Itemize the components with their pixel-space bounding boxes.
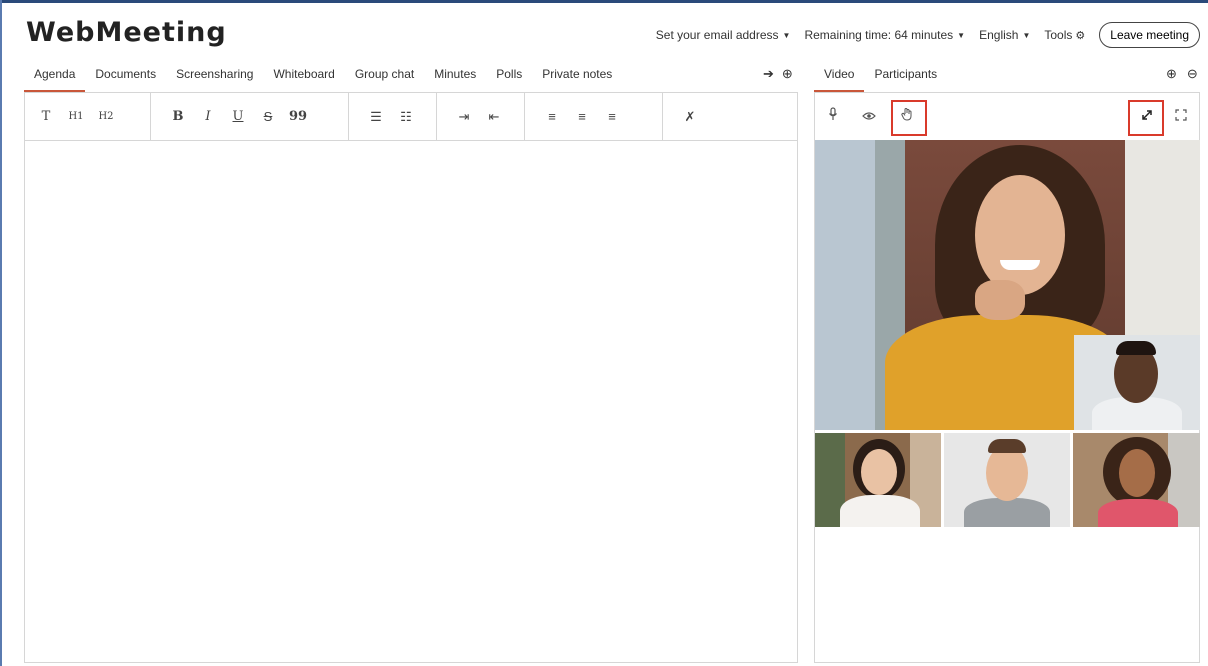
email-menu-label: Set your email address (655, 28, 779, 42)
window-background (815, 140, 875, 430)
toolbar-group-clear: ✗ (675, 93, 735, 140)
tab-agenda[interactable]: Agenda (24, 62, 86, 92)
tab-private-notes[interactable]: Private notes (532, 62, 622, 92)
align-left-icon[interactable]: ≡ (539, 109, 565, 124)
caret-down-icon: ▼ (782, 30, 791, 40)
tools-menu[interactable]: Tools ⚙ (1044, 28, 1085, 42)
align-center-icon[interactable]: ≡ (569, 109, 595, 124)
quote-button[interactable]: 99 (285, 109, 311, 124)
tab-whiteboard[interactable]: Whiteboard (263, 62, 344, 92)
italic-button[interactable]: I (195, 109, 221, 124)
tab-polls[interactable]: Polls (486, 62, 532, 92)
email-menu[interactable]: Set your email address ▼ (656, 28, 791, 42)
indent-icon[interactable]: ⇥ (451, 109, 477, 125)
tab-screensharing[interactable]: Screensharing (166, 62, 263, 92)
caret-down-icon: ▼ (1022, 30, 1031, 40)
expand-highlight (1128, 100, 1164, 136)
tab-participants[interactable]: Participants (864, 62, 947, 92)
speaker-hand (975, 280, 1025, 320)
header: WebMeeting Set your email address ▼ Rema… (2, 3, 1208, 55)
video-toolbar (815, 93, 1199, 141)
speaker-face (975, 175, 1065, 295)
participant-video-1[interactable] (1074, 335, 1200, 430)
video-panel (814, 92, 1200, 663)
editor-content-area[interactable] (25, 141, 797, 662)
left-tab-actions: ➔ ⊕ (763, 66, 793, 82)
underline-button[interactable]: U (225, 109, 251, 124)
numbered-list-icon[interactable]: ☷ (393, 109, 419, 125)
raise-hand-highlight (891, 100, 927, 136)
leave-meeting-button[interactable]: Leave meeting (1099, 22, 1200, 48)
outdent-icon[interactable]: ⇤ (481, 109, 507, 125)
bullet-list-icon[interactable]: ☰ (363, 109, 389, 125)
window-left-border (0, 0, 2, 666)
toolbar-group-headings: T H1 H2 (31, 93, 151, 140)
toolbar-group-indent: ⇥ ⇤ (449, 93, 525, 140)
gear-icon: ⚙ (1075, 29, 1086, 42)
clear-format-icon[interactable]: ✗ (677, 109, 703, 125)
minus-circle-icon[interactable]: ⊖ (1187, 66, 1198, 82)
text-style-button[interactable]: T (33, 109, 59, 124)
plus-circle-icon[interactable]: ⊕ (782, 66, 793, 82)
caret-down-icon: ▼ (957, 30, 966, 40)
app-window: WebMeeting Set your email address ▼ Rema… (0, 0, 1208, 666)
tab-minutes[interactable]: Minutes (424, 62, 486, 92)
tab-documents[interactable]: Documents (85, 62, 166, 92)
tab-group-chat[interactable]: Group chat (345, 62, 424, 92)
participant-video-4[interactable] (1073, 433, 1200, 527)
heading2-button[interactable]: H2 (93, 111, 119, 122)
heading1-button[interactable]: H1 (63, 111, 89, 122)
language-label: English (979, 28, 1019, 42)
align-right-icon[interactable]: ≡ (599, 109, 625, 124)
right-tab-actions: ⊕ ⊖ (1166, 66, 1198, 82)
language-menu[interactable]: English ▼ (979, 28, 1030, 42)
toolbar-group-align: ≡ ≡ ≡ (537, 93, 663, 140)
participant-video-2[interactable] (815, 433, 941, 527)
app-logo: WebMeeting (26, 17, 227, 48)
toolbar-group-format: B I U S 99 (163, 93, 349, 140)
participant-video-3[interactable] (944, 433, 1070, 527)
microphone-icon[interactable] (823, 107, 843, 127)
tab-video[interactable]: Video (814, 62, 865, 92)
left-tab-bar: Agenda Documents Screensharing Whiteboar… (24, 62, 800, 92)
agenda-editor: T H1 H2 B I U S 99 ☰ ☷ ⇥ ⇤ ≡ ≡ ≡ ✗ (24, 92, 798, 663)
remaining-time-label: Remaining time: 64 minutes (804, 28, 954, 42)
right-tab-bar: Video Participants (814, 62, 1200, 92)
editor-toolbar: T H1 H2 B I U S 99 ☰ ☷ ⇥ ⇤ ≡ ≡ ≡ ✗ (25, 93, 797, 141)
tools-label: Tools (1044, 28, 1073, 42)
arrow-circle-right-icon[interactable]: ➔ (763, 66, 774, 82)
bold-button[interactable]: B (165, 109, 191, 124)
header-actions: Set your email address ▼ Remaining time:… (642, 22, 1200, 48)
fullscreen-icon[interactable] (1171, 107, 1191, 127)
toolbar-group-lists: ☰ ☷ (361, 93, 437, 140)
strikethrough-button[interactable]: S (255, 109, 281, 124)
eye-icon[interactable] (859, 107, 879, 127)
remaining-time-menu[interactable]: Remaining time: 64 minutes ▼ (804, 28, 965, 42)
plus-circle-icon[interactable]: ⊕ (1166, 66, 1177, 82)
